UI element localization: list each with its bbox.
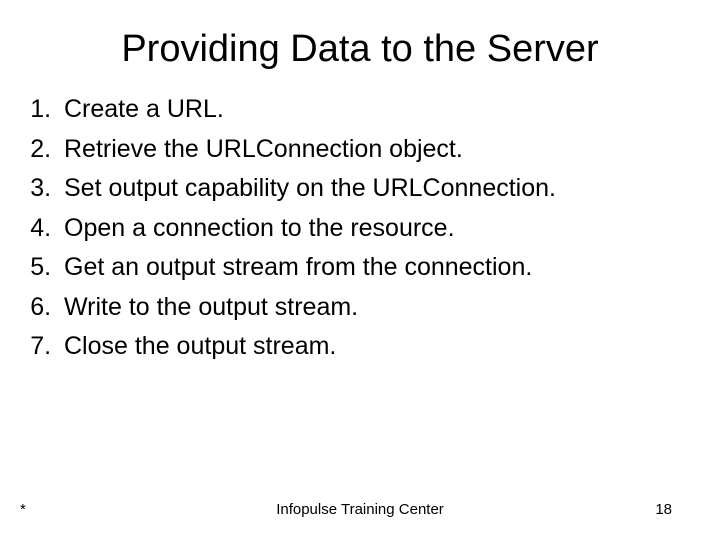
list-item: Get an output stream from the connection… [58,249,700,287]
list-item: Close the output stream. [58,328,700,366]
list-item: Retrieve the URLConnection object. [58,131,700,169]
footer-center: Infopulse Training Center [0,501,720,518]
page-number: 18 [655,501,672,518]
slide: Providing Data to the Server Create a UR… [0,0,720,540]
list-item: Set output capability on the URLConnecti… [58,170,700,208]
step-list: Create a URL. Retrieve the URLConnection… [0,91,720,366]
page-title: Providing Data to the Server [0,0,720,91]
list-item: Create a URL. [58,91,700,129]
list-item: Open a connection to the resource. [58,210,700,248]
list-item: Write to the output stream. [58,289,700,327]
